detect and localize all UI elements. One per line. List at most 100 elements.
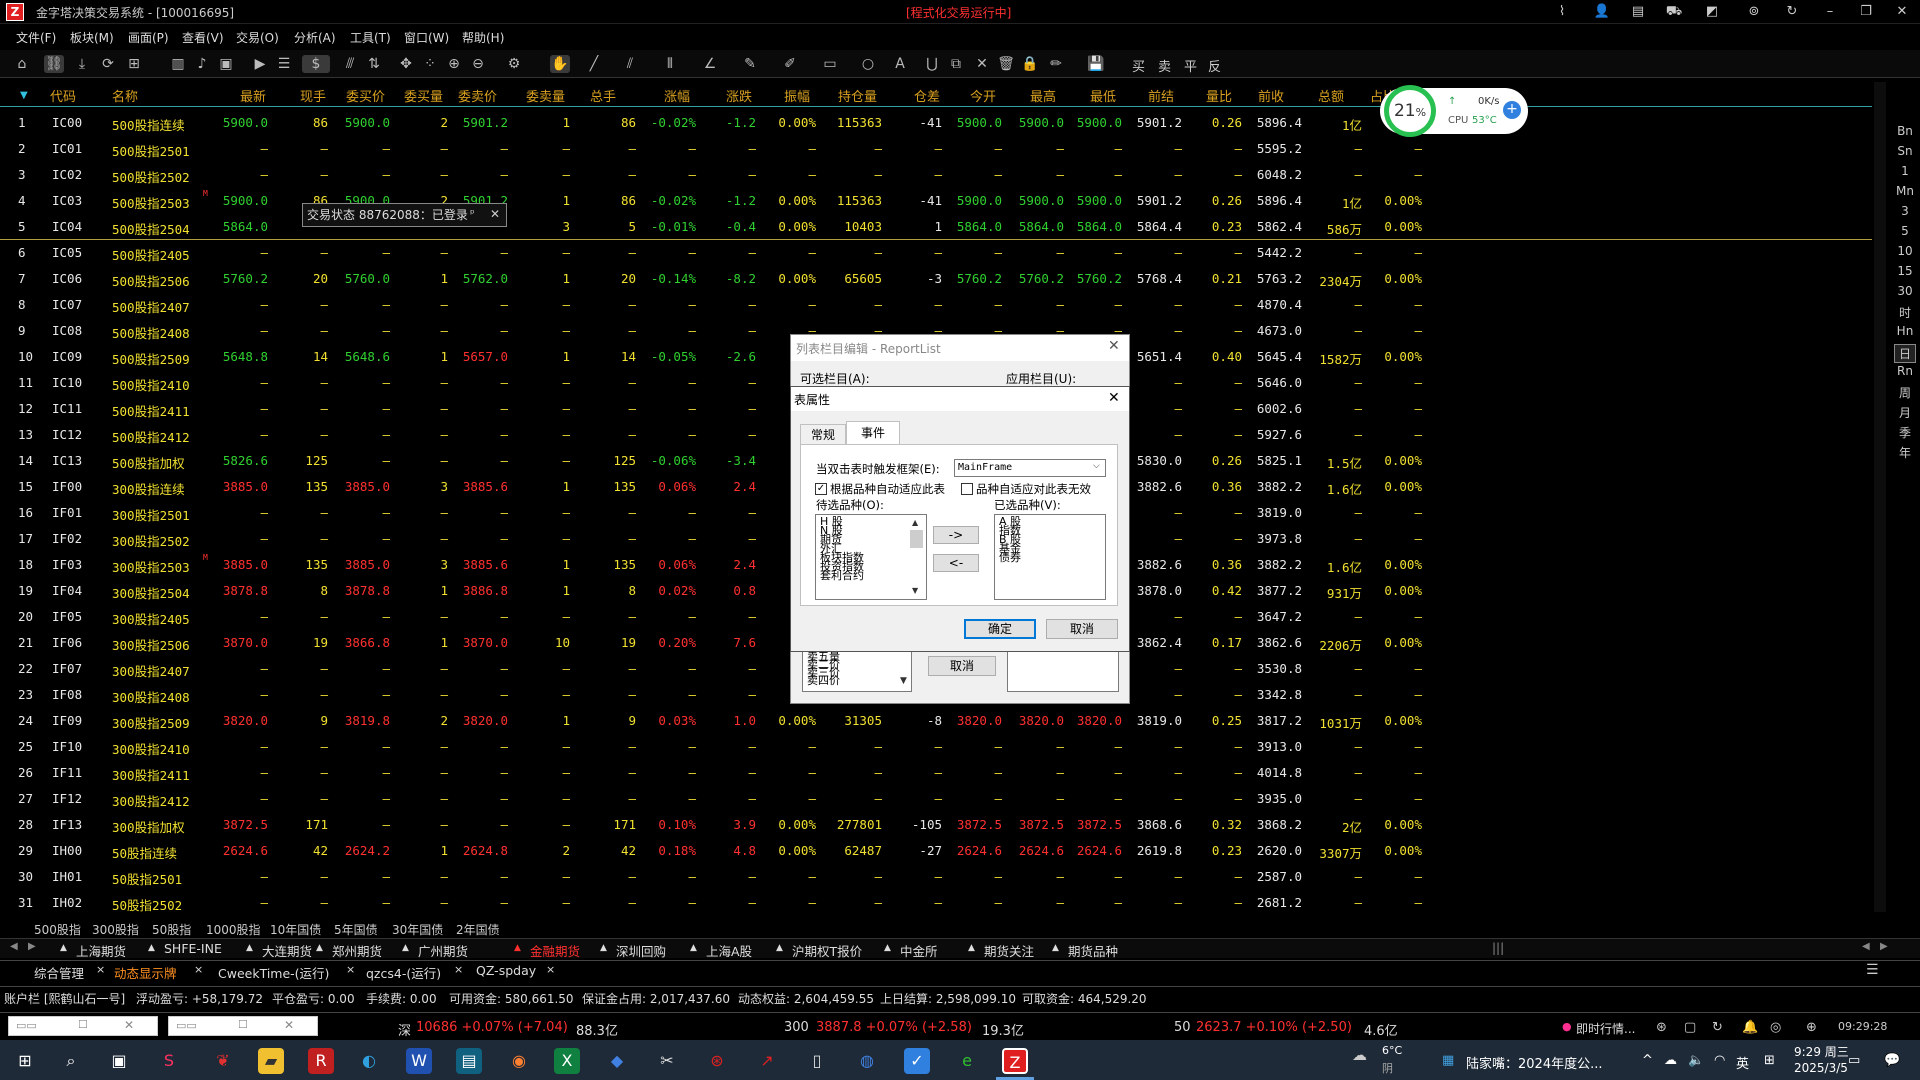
period-4[interactable]: 3 [1894,204,1916,218]
column-header[interactable]: 现手 [300,86,326,105]
cancel-button[interactable]: 取消 [1046,619,1118,639]
sort-icon[interactable]: ⇅ [364,55,384,73]
wifi-icon[interactable]: ◠ [1714,1053,1725,1068]
channel-tool-icon[interactable]: ⫽ [620,55,640,73]
scroll-right-icon[interactable]: ▶ [28,941,36,952]
column-header[interactable]: 名称 [112,86,138,105]
app-icon-4[interactable]: ▤ [456,1048,482,1074]
delete-icon[interactable]: ✕ [972,55,992,73]
magnet-icon[interactable]: ⋃ [922,55,942,73]
cart-icon[interactable]: ⛟ [1664,3,1684,21]
app-icon-3[interactable]: R [308,1048,334,1074]
app-icon-6[interactable]: ✂ [654,1048,680,1074]
close-icon[interactable]: ✕ [1888,2,1916,22]
menu-trade[interactable]: 交易(O) [236,29,279,46]
period-0[interactable]: Bn [1894,124,1916,138]
sector-tab[interactable]: 5年国债 [334,921,378,938]
period-13[interactable]: 周 [1894,384,1916,401]
app-icon-1[interactable]: S [156,1048,182,1074]
column-header[interactable]: 代码 [50,86,76,105]
status-icon-3[interactable]: ↻ [1712,1020,1723,1035]
column-header[interactable]: 委卖价 [458,86,497,105]
settings-icon[interactable]: ⚙ [504,55,524,73]
windows-start-icon[interactable]: ⊞ [12,1048,38,1074]
realtime-quotes[interactable]: 即时行情... [1576,1020,1635,1037]
account-name[interactable]: 账户栏 [熙鹤山石一号] [4,990,125,1007]
menu-window[interactable]: 窗口(W) [404,29,449,46]
sector-tab[interactable]: 30年国债 [392,921,443,938]
sell-button[interactable]: 卖 [1158,56,1171,75]
app-icon-11[interactable]: e [954,1048,980,1074]
download-icon[interactable]: ⤓ [72,55,92,73]
ime-indicator[interactable]: 英 [1736,1053,1749,1072]
props-close-icon[interactable]: ✕ [1108,390,1120,406]
file-explorer-icon[interactable]: ▰ [258,1048,284,1074]
scroll-down-icon[interactable]: ▼ [912,586,918,595]
menu-screen[interactable]: 画面(P) [128,29,169,46]
status-icon-1[interactable]: ⊛ [1656,1020,1667,1035]
market-tab[interactable]: 中金所 [900,941,938,960]
taskbar-time[interactable]: 9:29 周三 [1794,1043,1849,1060]
edit-icon[interactable]: ✏ [1046,55,1066,73]
column-header[interactable]: 前收 [1258,86,1284,105]
market-tab[interactable]: 深圳回购 [616,941,666,960]
market-tab[interactable]: 郑州期货 [332,941,382,960]
user-icon[interactable]: 👤 [1592,3,1612,21]
sort-arrow-icon[interactable]: ▼ [20,90,28,101]
tray-icon[interactable]: ☁ [1664,1053,1677,1068]
splitter-handle[interactable]: ||| [1492,941,1504,955]
tab-general[interactable]: 常规 [800,424,846,444]
close-icon[interactable]: ✕ [284,1018,294,1032]
trash-icon[interactable]: 🗑 [996,55,1016,73]
document-icon[interactable]: ▤ [1628,3,1648,21]
period-12[interactable]: Rn [1894,364,1916,378]
app-icon-2[interactable]: ❦ [210,1048,236,1074]
column-header[interactable]: 仓差 [914,86,940,105]
pending-list[interactable]: H 股N 股期货 外汇 板块指数 投资指数 套利合约 [815,514,927,600]
period-2[interactable]: 1 [1894,164,1916,178]
menu-sector[interactable]: 板块(M) [70,29,114,46]
sector-tab[interactable]: 2年国债 [456,921,500,938]
period-11[interactable]: 日 [1894,344,1916,363]
market-tab[interactable]: 上海期货 [76,941,126,960]
tray-chevron-icon[interactable]: ^ [1642,1053,1653,1068]
grid-icon[interactable]: ⊞ [124,55,144,73]
image-icon[interactable]: ▣ [216,55,236,73]
market-tab[interactable]: 广州期货 [418,941,468,960]
play-icon[interactable]: ▶ [250,55,270,73]
status-icon-4[interactable]: ◎ [1770,1020,1781,1035]
volume-icon[interactable]: 🔈 [1688,1053,1704,1068]
sector-tab[interactable]: 10年国债 [270,921,321,938]
window-tab[interactable]: qzcs4-(运行) [360,963,447,981]
alarm-icon[interactable]: 🔔 [1742,1020,1758,1035]
period-15[interactable]: 季 [1894,424,1916,441]
selected-list[interactable]: A 股指数 B 股基金 债券 [994,514,1106,600]
pin-icon[interactable]: ᵖ [470,207,475,220]
period-14[interactable]: 月 [1894,404,1916,421]
period-8[interactable]: 30 [1894,284,1916,298]
pyramid-app-icon[interactable]: Z [1002,1048,1028,1074]
word-icon[interactable]: W [406,1048,432,1074]
available-columns-list[interactable]: 卖五量 卖二价 卖三价 卖四价 [802,650,912,692]
link-icon[interactable]: ⛓ [44,55,64,73]
excel-icon[interactable]: X [554,1048,580,1074]
scroll-left-icon[interactable]: ◀ [10,941,18,952]
brush-tool-icon[interactable]: ✐ [780,55,800,73]
tooltip-close-icon[interactable]: ✕ [490,207,500,221]
tab-close-icon[interactable]: × [540,963,561,981]
firefox-icon[interactable]: ◉ [506,1048,532,1074]
sector-tab[interactable]: 300股指 [92,921,139,938]
list-item[interactable]: 卖四价 [807,675,907,686]
add-item-button[interactable]: -> [933,526,979,544]
taskbar-date[interactable]: 2025/3/5 [1794,1061,1848,1075]
scroll-right-icon[interactable]: ▶ [1880,941,1888,952]
sync-icon[interactable]: ⟳ [98,55,118,73]
column-header[interactable]: 最低 [1090,86,1116,105]
market-tab[interactable]: SHFE-INE [164,941,222,956]
scroll-left-icon[interactable]: ◀ [1862,941,1870,952]
remove-item-button[interactable]: <- [933,554,979,572]
window-tab[interactable]: CweekTime-(运行) [212,963,335,981]
column-header[interactable]: 涨幅 [664,86,690,105]
sector-tab[interactable]: 500股指 [34,921,81,938]
period-5[interactable]: 5 [1894,224,1916,238]
